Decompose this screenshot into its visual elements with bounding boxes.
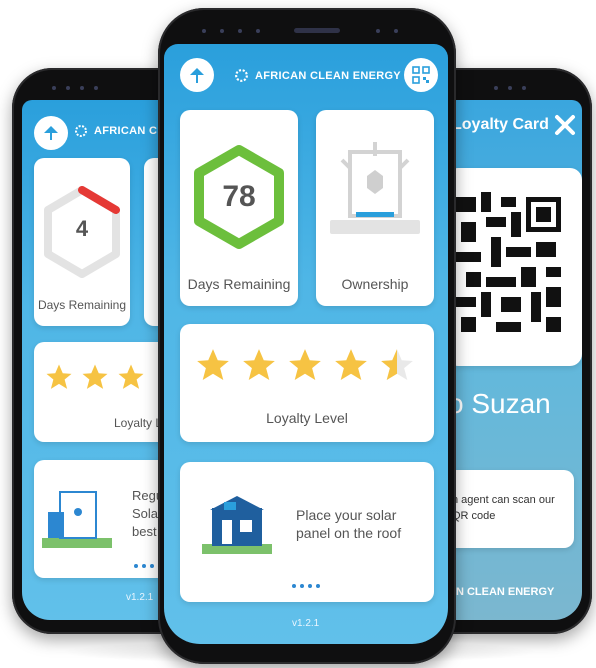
stars-row	[194, 346, 416, 384]
app-logo-button[interactable]	[34, 116, 68, 150]
star-icon	[197, 349, 229, 381]
satellite-dish-icon	[44, 126, 58, 140]
center-phone: AFRICAN CLEAN ENERGY 78 Days Remaining O…	[158, 8, 456, 664]
brand-header: AFRICAN CLEAN ENERGY	[234, 68, 401, 83]
center-screen: AFRICAN CLEAN ENERGY 78 Days Remaining O…	[164, 44, 448, 644]
days-label: Days Remaining	[187, 276, 291, 292]
version-label: v1.2.1	[126, 592, 154, 603]
close-button[interactable]	[552, 112, 578, 138]
star-half-icon	[381, 349, 413, 381]
left-phone-sensors	[52, 86, 98, 90]
stove-icon	[330, 142, 420, 234]
loyalty-card-title: Loyalty Card	[452, 116, 549, 133]
stars-row	[44, 362, 146, 392]
solar-panel-icon	[42, 491, 112, 548]
sun-gear-icon	[235, 69, 248, 82]
star-icon	[46, 364, 72, 389]
days-remaining-card[interactable]: 4 Days Remaining	[34, 158, 130, 326]
loyalty-card[interactable]: Loyalty Level	[180, 324, 434, 442]
scan-info-card: n agent can scan our QR code	[446, 470, 574, 548]
sun-gear-icon	[75, 125, 87, 137]
greeting-text: o Suzan	[448, 388, 551, 419]
satellite-dish-icon	[190, 68, 204, 83]
right-phone-sensors	[494, 86, 526, 90]
star-icon	[82, 364, 108, 389]
version-label: v1.2.1	[292, 618, 320, 629]
tip-text: Place your solar panel on the roof	[296, 507, 402, 541]
star-icon	[118, 364, 144, 389]
qr-code-image	[456, 192, 566, 342]
qr-card	[446, 168, 582, 366]
brand-name: AFRICAN CLEAN ENERGY	[255, 69, 401, 82]
close-icon	[555, 115, 575, 135]
loyalty-label: Loyalty Level	[266, 410, 348, 426]
tip-pager[interactable]	[292, 584, 320, 588]
star-icon	[243, 349, 275, 381]
star-icon	[289, 349, 321, 381]
qr-code-icon	[412, 66, 430, 84]
qr-code-button[interactable]	[404, 58, 438, 92]
ownership-label: Ownership	[341, 276, 409, 292]
days-value: 4	[75, 216, 89, 241]
center-phone-sensors	[202, 28, 398, 33]
ownership-card[interactable]: Ownership	[316, 110, 434, 306]
brand-footer: AN CLEAN ENERGY	[448, 586, 555, 598]
days-label: Days Remaining	[37, 298, 127, 312]
app-logo-button[interactable]	[180, 58, 214, 92]
days-value: 78	[222, 180, 256, 213]
house-icon	[202, 496, 272, 554]
tip-card[interactable]: Place your solar panel on the roof	[180, 462, 434, 602]
days-remaining-card[interactable]: 78 Days Remaining	[180, 110, 298, 306]
star-icon	[335, 349, 367, 381]
scan-info-text: n agent can scan our QR code	[452, 494, 555, 522]
